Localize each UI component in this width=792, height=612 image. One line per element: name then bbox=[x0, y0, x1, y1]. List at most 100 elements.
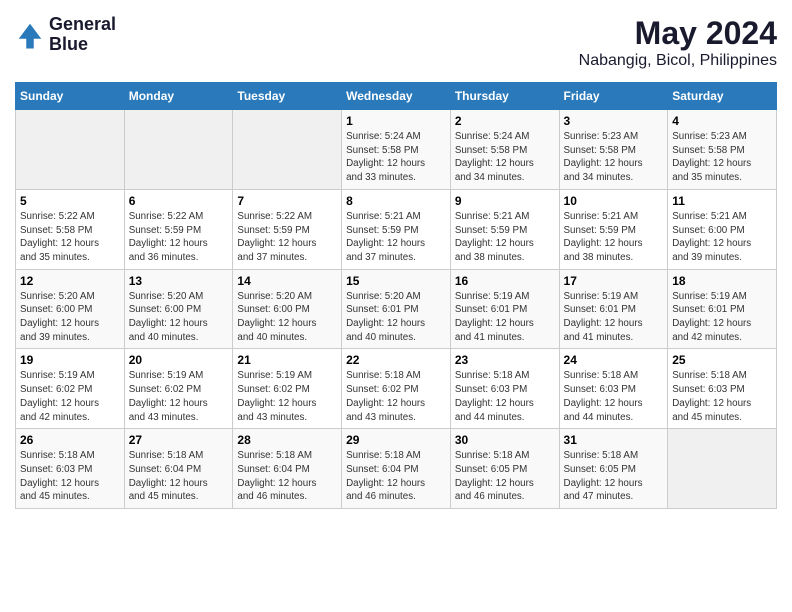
day-info: Sunrise: 5:23 AM Sunset: 5:58 PM Dayligh… bbox=[564, 130, 664, 185]
day-number: 17 bbox=[564, 274, 664, 288]
day-info: Sunrise: 5:18 AM Sunset: 6:03 PM Dayligh… bbox=[564, 369, 664, 424]
table-row: 11Sunrise: 5:21 AM Sunset: 6:00 PM Dayli… bbox=[668, 189, 777, 269]
day-info: Sunrise: 5:18 AM Sunset: 6:03 PM Dayligh… bbox=[672, 369, 772, 424]
logo: General Blue bbox=[15, 15, 116, 55]
table-row: 7 Sunrise: 5:22 AM Sunset: 5:59 PM Daylig… bbox=[233, 189, 342, 269]
day-number: 18 bbox=[672, 274, 772, 288]
table-row: 21 Sunrise: 5:19 AM Sunset: 6:02 PM Dayli… bbox=[233, 349, 342, 429]
day-info: Sunrise: 5:22 AM Sunset: 5:59 PM Dayligh… bbox=[129, 210, 229, 265]
day-number: 9 bbox=[455, 194, 555, 208]
day-number: 16 bbox=[455, 274, 555, 288]
table-row: 3 Sunrise: 5:23 AM Sunset: 5:58 PM Daylig… bbox=[559, 110, 668, 190]
calendar-table: Sunday Monday Tuesday Wednesday Thursday… bbox=[15, 82, 777, 509]
table-row bbox=[16, 110, 125, 190]
day-info: Sunrise: 5:24 AM Sunset: 5:58 PM Dayligh… bbox=[346, 130, 446, 185]
month-title: May 2024 bbox=[579, 15, 777, 52]
calendar-week-row: 26 Sunrise: 5:18 AM Sunset: 6:03 PM Dayli… bbox=[16, 429, 777, 509]
day-number: 8 bbox=[346, 194, 446, 208]
location-title: Nabangig, Bicol, Philippines bbox=[579, 52, 777, 70]
table-row: 9 Sunrise: 5:21 AM Sunset: 5:59 PM Daylig… bbox=[450, 189, 559, 269]
day-number: 28 bbox=[237, 433, 337, 447]
day-info: Sunrise: 5:20 AM Sunset: 6:00 PM Dayligh… bbox=[237, 290, 337, 345]
day-info: Sunrise: 5:21 AM Sunset: 5:59 PM Dayligh… bbox=[564, 210, 664, 265]
calendar-week-row: 1 Sunrise: 5:24 AM Sunset: 5:58 PM Daylig… bbox=[16, 110, 777, 190]
table-row: 13 Sunrise: 5:20 AM Sunset: 6:00 PM Dayli… bbox=[124, 269, 233, 349]
day-info: Sunrise: 5:20 AM Sunset: 6:00 PM Dayligh… bbox=[129, 290, 229, 345]
table-row: 30Sunrise: 5:18 AM Sunset: 6:05 PM Dayli… bbox=[450, 429, 559, 509]
day-info: Sunrise: 5:21 AM Sunset: 5:59 PM Dayligh… bbox=[346, 210, 446, 265]
title-area: May 2024 Nabangig, Bicol, Philippines bbox=[579, 15, 777, 70]
table-row: 12Sunrise: 5:20 AM Sunset: 6:00 PM Dayli… bbox=[16, 269, 125, 349]
day-info: Sunrise: 5:24 AM Sunset: 5:58 PM Dayligh… bbox=[455, 130, 555, 185]
day-info: Sunrise: 5:19 AM Sunset: 6:01 PM Dayligh… bbox=[455, 290, 555, 345]
calendar-week-row: 19 Sunrise: 5:19 AM Sunset: 6:02 PM Dayli… bbox=[16, 349, 777, 429]
table-row: 24 Sunrise: 5:18 AM Sunset: 6:03 PM Dayli… bbox=[559, 349, 668, 429]
header-thursday: Thursday bbox=[450, 83, 559, 110]
day-number: 21 bbox=[237, 353, 337, 367]
day-number: 1 bbox=[346, 114, 446, 128]
header-friday: Friday bbox=[559, 83, 668, 110]
logo-line1: General bbox=[49, 15, 116, 35]
day-number: 27 bbox=[129, 433, 229, 447]
day-number: 7 bbox=[237, 194, 337, 208]
day-info: Sunrise: 5:18 AM Sunset: 6:03 PM Dayligh… bbox=[455, 369, 555, 424]
day-info: Sunrise: 5:20 AM Sunset: 6:00 PM Dayligh… bbox=[20, 290, 120, 345]
day-number: 2 bbox=[455, 114, 555, 128]
table-row bbox=[124, 110, 233, 190]
day-number: 6 bbox=[129, 194, 229, 208]
day-info: Sunrise: 5:22 AM Sunset: 5:59 PM Dayligh… bbox=[237, 210, 337, 265]
table-row: 26 Sunrise: 5:18 AM Sunset: 6:03 PM Dayli… bbox=[16, 429, 125, 509]
table-row: 2 Sunrise: 5:24 AM Sunset: 5:58 PM Daylig… bbox=[450, 110, 559, 190]
day-number: 29 bbox=[346, 433, 446, 447]
day-info: Sunrise: 5:21 AM Sunset: 5:59 PM Dayligh… bbox=[455, 210, 555, 265]
table-row: 16 Sunrise: 5:19 AM Sunset: 6:01 PM Dayli… bbox=[450, 269, 559, 349]
table-row: 31 Sunrise: 5:18 AM Sunset: 6:05 PM Dayli… bbox=[559, 429, 668, 509]
weekday-header-row: Sunday Monday Tuesday Wednesday Thursday… bbox=[16, 83, 777, 110]
table-row: 8 Sunrise: 5:21 AM Sunset: 5:59 PM Daylig… bbox=[342, 189, 451, 269]
day-info: Sunrise: 5:18 AM Sunset: 6:04 PM Dayligh… bbox=[129, 449, 229, 504]
day-number: 24 bbox=[564, 353, 664, 367]
logo-text: General Blue bbox=[49, 15, 116, 55]
table-row: 18 Sunrise: 5:19 AM Sunset: 6:01 PM Dayli… bbox=[668, 269, 777, 349]
day-number: 15 bbox=[346, 274, 446, 288]
day-number: 13 bbox=[129, 274, 229, 288]
table-row: 15 Sunrise: 5:20 AM Sunset: 6:01 PM Dayli… bbox=[342, 269, 451, 349]
day-info: Sunrise: 5:22 AM Sunset: 5:58 PM Dayligh… bbox=[20, 210, 120, 265]
day-info: Sunrise: 5:18 AM Sunset: 6:04 PM Dayligh… bbox=[237, 449, 337, 504]
day-info: Sunrise: 5:18 AM Sunset: 6:04 PM Dayligh… bbox=[346, 449, 446, 504]
day-number: 3 bbox=[564, 114, 664, 128]
calendar-week-row: 5 Sunrise: 5:22 AM Sunset: 5:58 PM Daylig… bbox=[16, 189, 777, 269]
table-row: 29 Sunrise: 5:18 AM Sunset: 6:04 PM Dayli… bbox=[342, 429, 451, 509]
day-info: Sunrise: 5:19 AM Sunset: 6:02 PM Dayligh… bbox=[129, 369, 229, 424]
day-info: Sunrise: 5:18 AM Sunset: 6:05 PM Dayligh… bbox=[564, 449, 664, 504]
table-row: 14 Sunrise: 5:20 AM Sunset: 6:00 PM Dayli… bbox=[233, 269, 342, 349]
table-row bbox=[668, 429, 777, 509]
day-number: 19 bbox=[20, 353, 120, 367]
header-tuesday: Tuesday bbox=[233, 83, 342, 110]
table-row: 17Sunrise: 5:19 AM Sunset: 6:01 PM Dayli… bbox=[559, 269, 668, 349]
table-row bbox=[233, 110, 342, 190]
day-number: 31 bbox=[564, 433, 664, 447]
table-row: 4Sunrise: 5:23 AM Sunset: 5:58 PM Daylig… bbox=[668, 110, 777, 190]
table-row: 19Sunrise: 5:19 AM Sunset: 6:02 PM Dayli… bbox=[16, 349, 125, 429]
day-info: Sunrise: 5:19 AM Sunset: 6:02 PM Dayligh… bbox=[237, 369, 337, 424]
day-number: 14 bbox=[237, 274, 337, 288]
day-info: Sunrise: 5:21 AM Sunset: 6:00 PM Dayligh… bbox=[672, 210, 772, 265]
day-number: 5 bbox=[20, 194, 120, 208]
day-number: 26 bbox=[20, 433, 120, 447]
header-wednesday: Wednesday bbox=[342, 83, 451, 110]
table-row: 23Sunrise: 5:18 AM Sunset: 6:03 PM Dayli… bbox=[450, 349, 559, 429]
day-number: 25 bbox=[672, 353, 772, 367]
table-row: 28 Sunrise: 5:18 AM Sunset: 6:04 PM Dayli… bbox=[233, 429, 342, 509]
day-info: Sunrise: 5:19 AM Sunset: 6:01 PM Dayligh… bbox=[672, 290, 772, 345]
day-number: 30 bbox=[455, 433, 555, 447]
day-info: Sunrise: 5:20 AM Sunset: 6:01 PM Dayligh… bbox=[346, 290, 446, 345]
day-number: 20 bbox=[129, 353, 229, 367]
table-row: 22Sunrise: 5:18 AM Sunset: 6:02 PM Dayli… bbox=[342, 349, 451, 429]
day-info: Sunrise: 5:18 AM Sunset: 6:03 PM Dayligh… bbox=[20, 449, 120, 504]
header-sunday: Sunday bbox=[16, 83, 125, 110]
day-info: Sunrise: 5:18 AM Sunset: 6:02 PM Dayligh… bbox=[346, 369, 446, 424]
calendar-week-row: 12Sunrise: 5:20 AM Sunset: 6:00 PM Dayli… bbox=[16, 269, 777, 349]
page-header: General Blue May 2024 Nabangig, Bicol, P… bbox=[15, 15, 777, 70]
header-monday: Monday bbox=[124, 83, 233, 110]
